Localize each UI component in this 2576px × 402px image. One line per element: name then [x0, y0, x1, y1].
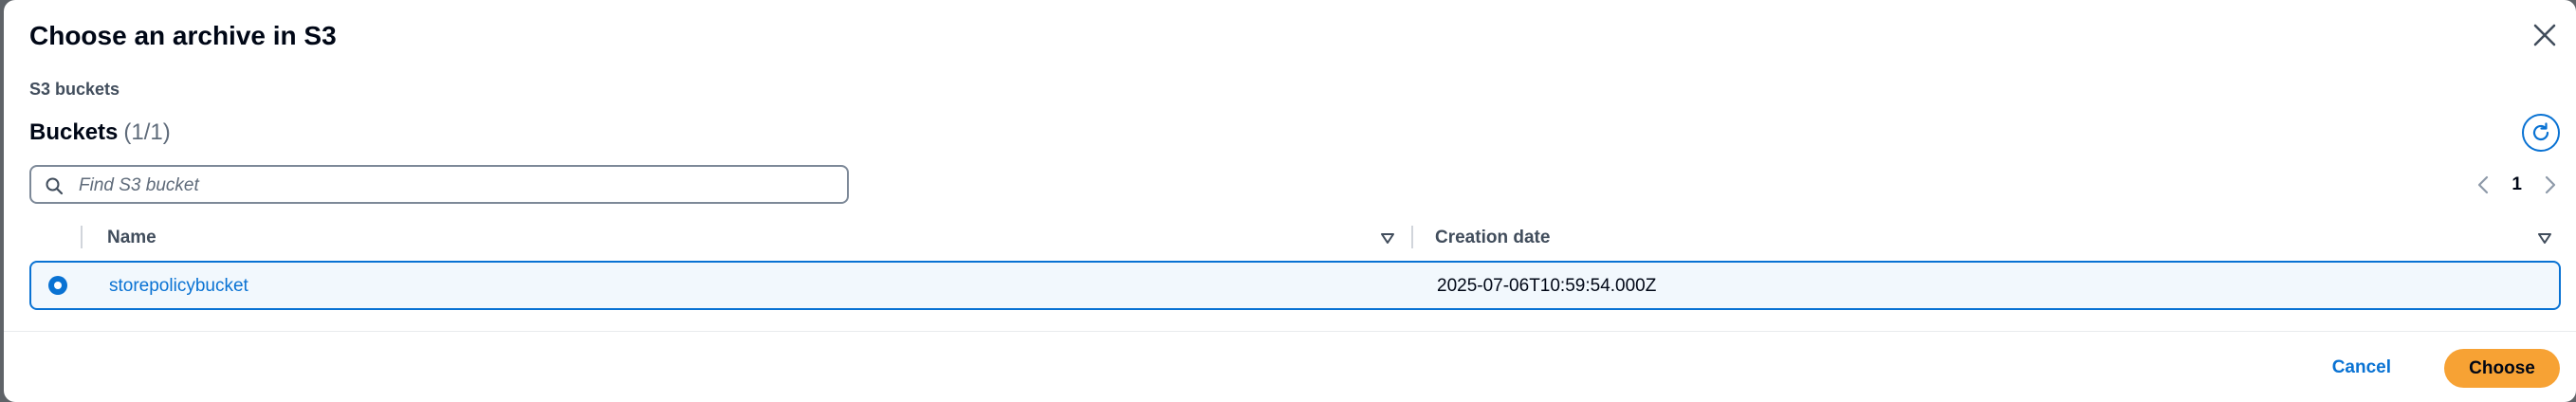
refresh-icon	[2532, 122, 2549, 141]
footer-divider	[4, 331, 2576, 332]
sort-down-icon[interactable]	[2536, 229, 2553, 247]
next-page-button[interactable]	[2541, 174, 2560, 196]
column-divider[interactable]	[1411, 226, 1413, 248]
page-number[interactable]: 1	[2512, 174, 2522, 195]
search-field[interactable]	[29, 165, 849, 204]
column-divider	[81, 226, 83, 248]
close-icon	[2533, 24, 2556, 46]
table-header: Name Creation date	[29, 224, 2561, 252]
modal-title: Choose an archive in S3	[29, 21, 337, 50]
cancel-button[interactable]: Cancel	[2332, 354, 2391, 382]
buckets-title: Buckets	[29, 119, 119, 145]
search-input[interactable]	[77, 167, 839, 204]
buckets-header: Buckets (1/1)	[29, 119, 171, 146]
bucket-creation-date: 2025-07-06T10:59:54.000Z	[1437, 276, 1657, 296]
buckets-count: (1/1)	[123, 119, 171, 145]
search-icon	[46, 177, 64, 195]
choose-archive-modal: Choose an archive in S3 S3 buckets Bucke…	[4, 0, 2576, 402]
chevron-left-icon	[2478, 175, 2489, 194]
chevron-right-icon	[2545, 175, 2556, 194]
pagination: 1	[2474, 171, 2560, 199]
choose-button[interactable]: Choose	[2444, 349, 2560, 388]
column-header-creation-date[interactable]: Creation date	[1435, 228, 1550, 248]
radio-dot	[54, 282, 62, 289]
radio-selected-icon[interactable]	[48, 276, 67, 295]
refresh-button[interactable]	[2522, 114, 2560, 152]
close-button[interactable]	[2530, 21, 2559, 49]
previous-page-button[interactable]	[2474, 174, 2493, 196]
sort-down-icon[interactable]	[1379, 229, 1396, 247]
column-header-name[interactable]: Name	[107, 228, 156, 248]
table-row[interactable]: storepolicybucket 2025-07-06T10:59:54.00…	[29, 261, 2561, 310]
section-label: S3 buckets	[29, 80, 120, 99]
bucket-name-link[interactable]: storepolicybucket	[109, 276, 248, 297]
